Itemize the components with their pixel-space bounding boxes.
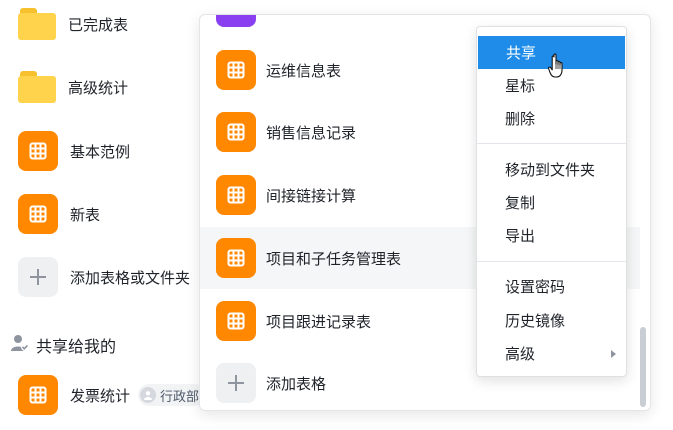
sidebar-item-label: 基本范例 [70, 142, 131, 161]
menu-item-label: 移动到文件夹 [505, 161, 596, 179]
list-item-label: 添加表格 [266, 374, 327, 393]
menu-item-copy[interactable]: 复制 [477, 186, 626, 219]
sheet-icon [216, 301, 256, 341]
list-item-label: 间接链接计算 [266, 186, 357, 205]
sidebar-item-label: 已完成表 [68, 15, 129, 34]
avatar-icon [140, 387, 157, 403]
sidebar-item-label: 发票统计 [70, 386, 131, 405]
scrollbar-thumb[interactable] [640, 327, 646, 407]
sheet-icon [216, 15, 256, 27]
menu-item-export[interactable]: 导出 [477, 219, 626, 252]
sidebar-item-label: 新表 [70, 205, 101, 224]
menu-item-label: 星标 [505, 77, 536, 95]
folder-icon [18, 71, 56, 103]
menu-item-label: 导出 [505, 227, 536, 245]
sidebar-item-completed-tables[interactable]: 已完成表 [18, 4, 128, 44]
sidebar-item-advanced-stats[interactable]: 高级统计 [18, 67, 128, 107]
hand-pointer-icon [548, 53, 563, 78]
menu-item-label: 设置密码 [505, 278, 566, 296]
sidebar-item-basic-examples[interactable]: 基本范例 [18, 131, 130, 171]
sheet-icon [18, 194, 58, 234]
sheet-icon [216, 50, 256, 90]
menu-item-label: 高级 [505, 345, 536, 363]
menu-item-label: 共享 [506, 44, 537, 62]
menu-item-history-snapshot[interactable]: 历史镜像 [477, 304, 626, 337]
sheet-icon [216, 238, 256, 278]
shared-item-invoice-stats[interactable]: 发票统计 行政部 [18, 375, 206, 415]
menu-item-label: 复制 [505, 194, 536, 212]
menu-item-delete[interactable]: 删除 [477, 102, 626, 135]
menu-item-label: 历史镜像 [505, 312, 566, 330]
plus-icon [216, 363, 256, 403]
menu-item-set-password[interactable]: 设置密码 [477, 270, 626, 303]
chevron-right-icon [611, 350, 616, 358]
add-table-or-folder-button[interactable]: 添加表格或文件夹 [18, 257, 190, 297]
shared-with-me-header: 共享给我的 [10, 333, 116, 357]
menu-item-move-to-folder[interactable]: 移动到文件夹 [477, 153, 626, 186]
menu-divider [477, 143, 626, 144]
sidebar-item-label: 高级统计 [68, 78, 129, 97]
list-item-label: 项目跟进记录表 [266, 312, 372, 331]
sidebar-item-label: 添加表格或文件夹 [70, 268, 191, 287]
sheet-icon [216, 175, 256, 215]
owner-name: 行政部 [160, 389, 200, 405]
menu-item-label: 删除 [505, 110, 536, 128]
sidebar-item-new-table[interactable]: 新表 [18, 194, 100, 234]
sheet-icon [18, 131, 58, 171]
sheet-icon [18, 375, 58, 415]
section-title-label: 共享给我的 [36, 337, 117, 356]
list-item-label: 项目和子任务管理表 [266, 249, 402, 268]
folder-icon [18, 8, 56, 40]
shared-user-icon [10, 334, 30, 356]
menu-item-advanced[interactable]: 高级 [477, 337, 626, 370]
list-item-label: 运维信息表 [266, 61, 342, 80]
owner-badge: 行政部 [138, 384, 206, 406]
menu-divider [477, 261, 626, 262]
plus-icon [18, 257, 58, 297]
list-item-label: 销售信息记录 [266, 123, 357, 142]
sheet-icon [216, 112, 256, 152]
